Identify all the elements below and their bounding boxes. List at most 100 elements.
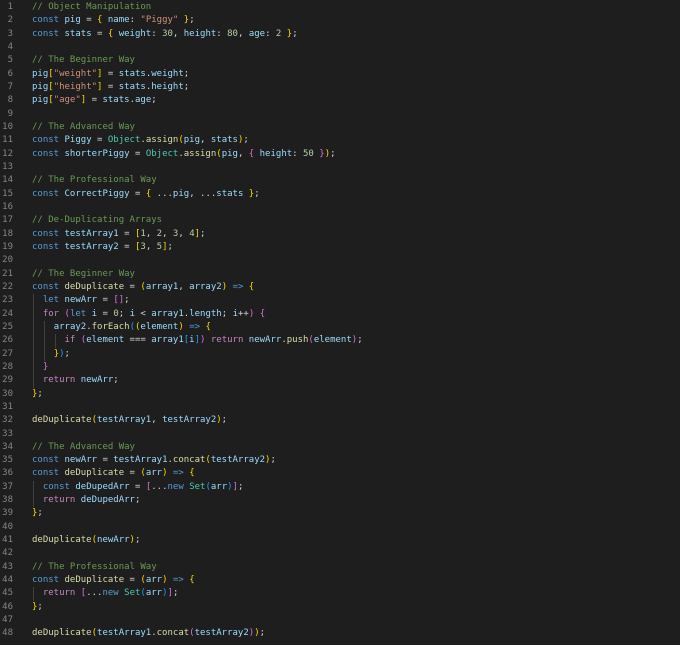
code-token: }); [319, 148, 336, 159]
code-line[interactable]: 18 const testArray1 = [1, 2, 3, 4]; [0, 228, 680, 241]
code-line[interactable]: 27 }); [0, 347, 680, 361]
code-line[interactable]: 41 deDuplicate(newArr); [0, 534, 680, 547]
code-line[interactable]: 6 pig["weight"] = stats.weight; [0, 68, 680, 81]
code-token: pig [172, 188, 190, 199]
code-token: , [151, 415, 163, 426]
code-line[interactable]: 21 // The Beginner Way [0, 268, 680, 281]
line-number: 14 [2, 175, 13, 186]
code-token: "weight" [53, 68, 98, 79]
bracket: [ [145, 481, 152, 492]
code-token: ); [351, 335, 363, 346]
code-line[interactable]: 16 [0, 201, 680, 214]
bracket: { [97, 15, 103, 26]
code-line[interactable]: 24 for (let i = 0; i < array1.length; i+… [0, 307, 680, 321]
code-token: concat [156, 628, 190, 639]
code-token: ); [216, 415, 228, 426]
code-line[interactable]: 19 const testArray2 = [3, 5]; [0, 241, 680, 254]
code-token: name [107, 15, 130, 26]
code-editor[interactable]: 1 // Object Manipulation 2 const pig = { na… [0, 0, 680, 641]
code-line[interactable]: 2 const pig = { name: "Piggy" }; [0, 14, 680, 27]
code-line[interactable]: 35 const newArr = testArray1.concat(testA… [0, 454, 680, 467]
code-token: newArr [64, 295, 98, 306]
code-token: => [232, 281, 244, 292]
code-token: const [42, 481, 76, 492]
code-line[interactable]: 4 [0, 41, 680, 54]
code-line[interactable]: 37 const deDupedArr = [...new Set(arr)]; [0, 480, 680, 495]
code-token: stats [216, 188, 244, 199]
code-text: // The Beginner Way [32, 54, 135, 67]
code-token: = ( [129, 575, 146, 586]
code-line[interactable]: 22 const deDuplicate = (array1, array2) =… [0, 281, 680, 294]
code-line[interactable]: 23 let newArr = []; [0, 294, 680, 308]
code-line[interactable]: 32 deDuplicate(testArray1, testArray2); [0, 414, 680, 427]
bracket: ) [221, 281, 228, 292]
line-number: 4 [7, 41, 13, 52]
code-token: }); [53, 348, 70, 359]
code-token: pig [32, 81, 49, 92]
code-token: if [64, 335, 76, 346]
code-line[interactable]: 11 const Piggy = Object.assign(pig, stats… [0, 134, 680, 147]
code-token: ) [178, 322, 189, 332]
code-line[interactable]: 40 [0, 521, 680, 534]
bracket: ) [129, 535, 135, 546]
code-line[interactable]: 42 [0, 547, 680, 560]
code-line[interactable]: 47 [0, 614, 680, 627]
code-line[interactable]: 8 pig["age"] = stats.age; [0, 94, 680, 107]
bracket: { [189, 575, 195, 586]
line-number: 44 [2, 575, 13, 586]
code-token: deDuplicate [32, 415, 92, 426]
code-token: testArray1 [113, 455, 168, 466]
code-line[interactable]: 29 return newArr; [0, 374, 680, 388]
code-line[interactable]: 34 // The Advanced Way [0, 441, 680, 454]
code-token: pig [32, 95, 49, 106]
code-token: => [172, 468, 184, 479]
code-line[interactable]: 10 // The Advanced Way [0, 121, 680, 134]
code-token: { [184, 468, 194, 478]
code-line[interactable]: 15 const CorrectPiggy = { ...pig, ...stat… [0, 188, 680, 201]
code-token: } [32, 362, 48, 372]
code-line[interactable]: 33 [0, 428, 680, 441]
code-token: pig [32, 68, 49, 79]
code-token: ] = [97, 81, 114, 92]
code-token: deDuplicate [32, 628, 92, 639]
code-line[interactable]: 25 array2.forEach((element) => { [0, 320, 680, 335]
code-line[interactable]: 39}; [0, 507, 680, 520]
code-line[interactable]: 31 [0, 401, 680, 414]
line-number: 38 [2, 495, 13, 506]
code-line[interactable]: 45 return [...new Set(arr)]; [0, 587, 680, 601]
code-token: ]) [195, 335, 211, 345]
code-token: , [200, 135, 211, 146]
code-line[interactable]: 9 [0, 108, 680, 121]
code-line[interactable]: 17 // De-Duplicating Arrays [0, 214, 680, 227]
code-text: for (let i = 0; i < array1.length; i++) … [32, 308, 265, 321]
code-line[interactable]: 30}; [0, 388, 680, 401]
code-line[interactable]: 44 const deDuplicate = (arr) => { [0, 574, 680, 587]
code-line[interactable]: 5 // The Beginner Way [0, 54, 680, 67]
line-number: 10 [2, 121, 13, 132]
code-line[interactable]: 26 if (element === array1[i]) return new… [0, 334, 680, 348]
code-line[interactable]: 7 pig["height"] = stats.height; [0, 81, 680, 94]
line-number: 11 [2, 135, 13, 146]
code-line[interactable]: 46}; [0, 601, 680, 614]
code-line[interactable]: 36 const deDuplicate = (arr) => { [0, 467, 680, 480]
code-token: // The Beginner Way [32, 268, 135, 279]
code-line[interactable]: 28 } [0, 360, 680, 375]
code-line[interactable]: 3 const stats = { weight: 30, height: 80,… [0, 28, 680, 41]
code-token: const [32, 135, 65, 146]
line-number: 29 [2, 375, 13, 386]
line-number: 27 [2, 348, 13, 359]
code-token: ; [183, 81, 190, 92]
code-line[interactable]: 20 [0, 254, 680, 267]
code-line[interactable]: 14 // The Professional Way [0, 174, 680, 187]
code-line[interactable]: 12 const shorterPiggy = Object.assign(pig… [0, 148, 680, 161]
bracket: { [145, 188, 152, 199]
code-line[interactable]: 38 return deDupedArr; [0, 494, 680, 508]
code-text: // Object Manipulation [32, 1, 151, 14]
code-line[interactable]: 1 // Object Manipulation [0, 1, 680, 14]
code-line[interactable]: 13 [0, 161, 680, 174]
code-line[interactable]: 43 // The Professional Way [0, 561, 680, 574]
bracket: ] [162, 241, 168, 252]
code-line[interactable]: 48 deDuplicate(testArray1.concat(testArra… [0, 627, 680, 640]
